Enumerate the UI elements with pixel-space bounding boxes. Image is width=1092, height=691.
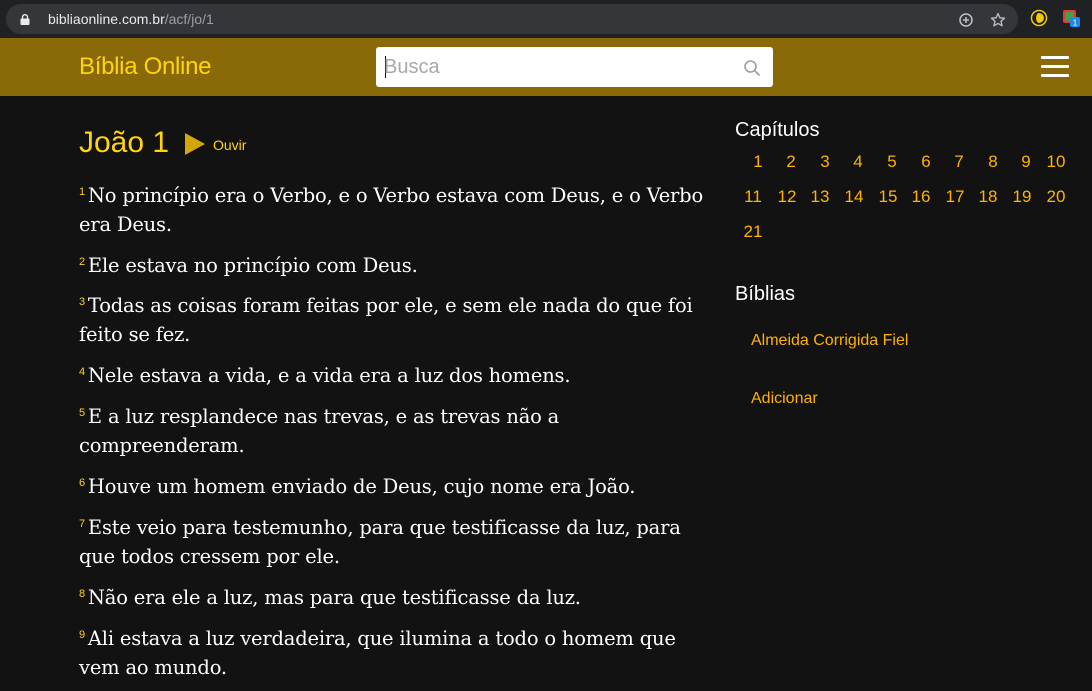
url-text: bibliaonline.com.br/acf/jo/1 xyxy=(48,11,214,27)
add-bible-link[interactable]: Adicionar xyxy=(751,390,818,408)
verse-text: Houve um homem enviado de Deus, cujo nom… xyxy=(87,475,636,498)
chapter-link[interactable]: 21 xyxy=(736,222,770,242)
verse: 1 No princípio era o Verbo, e o Verbo est… xyxy=(79,178,719,239)
play-icon[interactable] xyxy=(184,132,206,156)
chapter-link[interactable]: 12 xyxy=(770,187,804,207)
bibles-heading: Bíblias xyxy=(735,283,796,305)
chapter-link[interactable]: 9 xyxy=(1009,152,1043,172)
verse-number: 4 xyxy=(79,366,85,378)
add-page-icon[interactable] xyxy=(958,12,974,28)
chapter-link[interactable]: 6 xyxy=(909,152,943,172)
verse-number: 6 xyxy=(79,477,85,489)
verse: 5E a luz resplandece nas trevas, e as tr… xyxy=(79,399,719,460)
chapter-link[interactable]: 14 xyxy=(837,187,871,207)
chapter-link[interactable]: 16 xyxy=(904,187,938,207)
bookmark-star-icon[interactable] xyxy=(990,12,1006,28)
chapter-link[interactable]: 18 xyxy=(971,187,1005,207)
chapter-link[interactable]: 11 xyxy=(736,187,770,207)
search-icon[interactable] xyxy=(743,59,761,77)
chapter-link[interactable]: 19 xyxy=(1005,187,1039,207)
extension-dark-mode-icon[interactable] xyxy=(1030,9,1048,27)
verse-text: E a luz resplandece nas trevas, e as tre… xyxy=(79,405,560,457)
chapter-link[interactable]: 10 xyxy=(1039,152,1073,172)
chapter-link[interactable]: 8 xyxy=(976,152,1010,172)
chapter-link[interactable]: 4 xyxy=(841,152,875,172)
chapter-link[interactable]: 1 xyxy=(741,152,775,172)
chapter-link[interactable]: 5 xyxy=(875,152,909,172)
svg-text:1: 1 xyxy=(1073,19,1078,28)
search-box xyxy=(376,47,773,87)
chapter-link[interactable]: 20 xyxy=(1039,187,1073,207)
verse-text: Ele estava no princípio com Deus. xyxy=(87,254,418,277)
chapter-link[interactable]: 13 xyxy=(803,187,837,207)
verse-text: Ali estava a luz verdadeira, que ilumina… xyxy=(79,627,676,679)
search-input[interactable] xyxy=(384,53,724,81)
verse-number: 8 xyxy=(79,588,85,600)
url-domain: bibliaonline.com.br xyxy=(48,11,165,27)
verse: 6 Houve um homem enviado de Deus, cujo no… xyxy=(79,469,719,501)
chapter-link[interactable]: 7 xyxy=(942,152,976,172)
chapter-link[interactable]: 2 xyxy=(774,152,808,172)
verse-number: 3 xyxy=(79,296,85,308)
verse-text: Não era ele a luz, mas para que testific… xyxy=(87,586,581,609)
url-path: /acf/jo/1 xyxy=(164,11,214,27)
verse-text: Este veio para testemunho, para que test… xyxy=(79,516,681,568)
chapters-heading: Capítulos xyxy=(735,119,820,141)
verse-text: Nele estava a vida, e a vida era a luz d… xyxy=(87,364,571,387)
verse: 3 Todas as coisas foram feitas por ele, e… xyxy=(79,288,719,349)
verse: 9 Ali estava a luz verdadeira, que ilumin… xyxy=(79,621,719,682)
verse-number: 9 xyxy=(79,629,85,641)
browser-toolbar: bibliaonline.com.br/acf/jo/1 1 xyxy=(0,0,1092,38)
verse-number: 2 xyxy=(79,256,85,268)
verse-number: 1 xyxy=(79,186,85,198)
verse-number: 7 xyxy=(79,518,85,530)
lock-icon xyxy=(20,14,30,25)
hamburger-menu-icon[interactable] xyxy=(1041,54,1071,80)
address-bar[interactable]: bibliaonline.com.br/acf/jo/1 xyxy=(6,4,1018,34)
verse-number: 5 xyxy=(79,407,85,419)
chapter-link[interactable]: 17 xyxy=(938,187,972,207)
site-header: Bíblia Online xyxy=(0,38,1092,96)
site-logo-link[interactable]: Bíblia Online xyxy=(79,53,211,81)
verse: 4 Nele estava a vida, e a vida era a luz … xyxy=(79,358,719,390)
bible-version-link[interactable]: Almeida Corrigida Fiel xyxy=(751,332,908,350)
chapter-title: João 1 xyxy=(79,126,170,159)
verse: 8 Não era ele a luz, mas para que testifi… xyxy=(79,580,719,612)
verse: 7 Este veio para testemunho, para que tes… xyxy=(79,510,719,571)
extension-badge-icon[interactable]: 1 xyxy=(1062,9,1080,27)
verse: 2 Ele estava no princípio com Deus. xyxy=(79,248,719,280)
verse-text: Todas as coisas foram feitas por ele, e … xyxy=(79,294,693,346)
chapter-link[interactable]: 15 xyxy=(871,187,905,207)
chapter-link[interactable]: 3 xyxy=(808,152,842,172)
verse-text: No princípio era o Verbo, e o Verbo esta… xyxy=(79,184,703,236)
listen-link[interactable]: Ouvir xyxy=(213,137,246,153)
